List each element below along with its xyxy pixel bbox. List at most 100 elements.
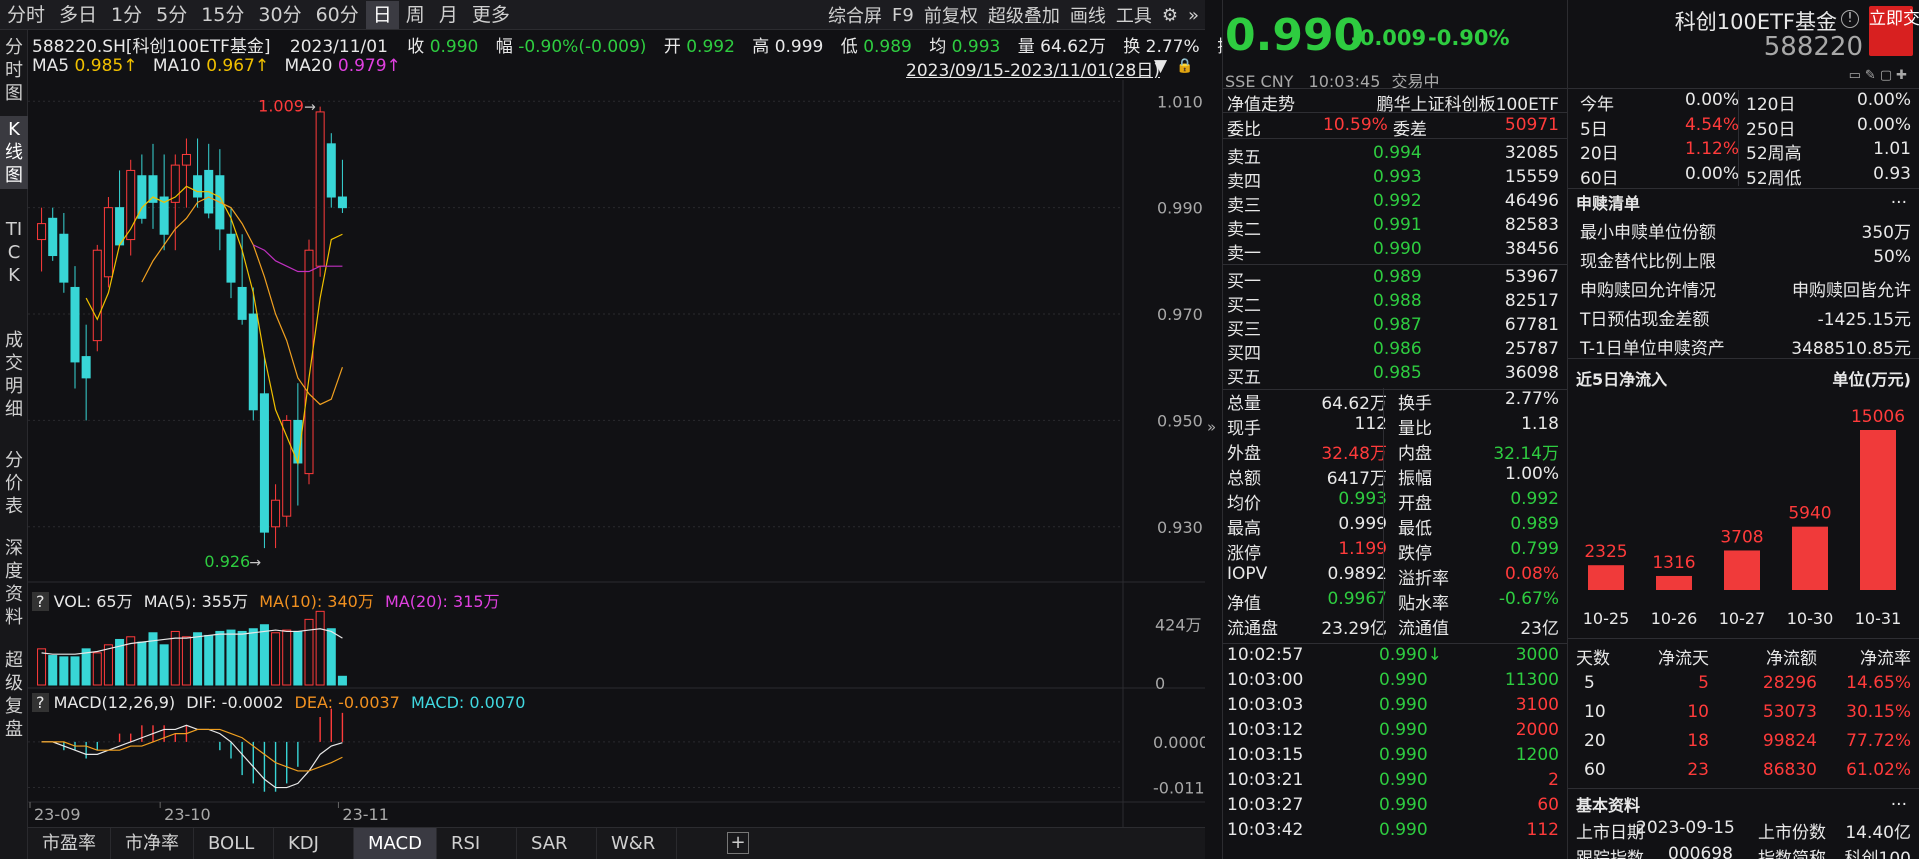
basic-more[interactable]: ... xyxy=(1891,790,1907,810)
tab-replay[interactable]: 超级复盘 xyxy=(0,647,28,743)
tool-zonghe[interactable]: 综合屏 xyxy=(828,2,882,28)
indicator-tab[interactable]: 市净率 xyxy=(111,828,194,859)
gear-icon[interactable]: ⚙ xyxy=(1162,5,1178,26)
tool-fuquan[interactable]: 前复权 xyxy=(924,2,978,28)
stat-label: 均价 xyxy=(1227,494,1261,514)
tick-volume: 2 xyxy=(1548,770,1559,790)
tab-fenshi[interactable]: 分时图 xyxy=(0,34,28,107)
perf-value: 0.93 xyxy=(1873,163,1911,184)
tick-time: 10:03:42 xyxy=(1227,820,1304,840)
indicator-tab[interactable]: W&R xyxy=(597,828,677,859)
flow-bar xyxy=(1656,575,1692,590)
bid-price[interactable]: 0.988 xyxy=(1373,291,1422,311)
indicator-tab[interactable]: RSI xyxy=(437,828,517,859)
stat-value: 0.9967 xyxy=(1327,589,1387,609)
period-tab[interactable]: 分时 xyxy=(0,1,52,29)
bid-label: 买四 xyxy=(1227,344,1261,364)
tab-tick[interactable]: TICK xyxy=(0,216,28,289)
volume-bar xyxy=(181,636,191,686)
date-range[interactable]: 2023/09/15-2023/11/01(28日) xyxy=(906,56,1160,81)
ask-price[interactable]: 0.990 xyxy=(1373,239,1422,259)
security-code: 588220.SH[科创100ETF基金] xyxy=(32,37,271,57)
flow-rate: 14.65% xyxy=(1846,673,1911,693)
indicator-tab[interactable]: BOLL xyxy=(194,828,274,859)
flow-value: 2325 xyxy=(1584,542,1627,562)
period-tab[interactable]: 1分 xyxy=(104,1,149,29)
ask-label: 卖二 xyxy=(1227,220,1261,240)
subscribe-more[interactable]: ... xyxy=(1891,188,1907,208)
tick-price: 0.990 xyxy=(1379,820,1428,840)
flow-value: 15006 xyxy=(1851,407,1905,427)
ask-price[interactable]: 0.991 xyxy=(1373,215,1422,235)
candles: 1.009 →0.926 → xyxy=(37,97,347,571)
help-icon[interactable]: ? xyxy=(32,592,49,611)
period-tab[interactable]: 更多 xyxy=(465,1,517,29)
tool-f9[interactable]: F9 xyxy=(892,5,914,26)
period-tab[interactable]: 日 xyxy=(365,0,399,29)
tab-trade-detail[interactable]: 成交明细 xyxy=(0,327,28,423)
expand-icon[interactable]: » xyxy=(1188,5,1199,26)
bid-price[interactable]: 0.986 xyxy=(1373,339,1422,359)
flow-date: 10-30 xyxy=(1787,609,1834,628)
kline-chart[interactable]: 1.009 →0.926 → 1.0100.9900.9700.9500.93042… xyxy=(28,80,1205,827)
bid-price[interactable]: 0.987 xyxy=(1373,315,1422,335)
help-icon[interactable]: ? xyxy=(32,693,49,712)
dropdown-arrow-icon[interactable]: ▼ xyxy=(1154,56,1167,76)
lock-icon[interactable]: 🔒 xyxy=(1176,58,1193,74)
tick-volume: 2000 xyxy=(1515,720,1559,740)
bid-label: 买五 xyxy=(1227,368,1261,388)
collapse-arrow-icon[interactable]: » xyxy=(1207,418,1216,436)
period-tab[interactable]: 周 xyxy=(399,1,432,29)
period-tab[interactable]: 15分 xyxy=(194,1,251,29)
trade-now-button[interactable]: 立即交易 xyxy=(1869,6,1919,56)
ma-legend: MA5 0.985↑ MA10 0.967↑ MA20 0.979↑ xyxy=(32,56,401,76)
tick-volume: 112 xyxy=(1526,820,1559,840)
indicator-tab[interactable]: SAR xyxy=(517,828,597,859)
volume-bar xyxy=(282,629,292,686)
tab-depth[interactable]: 深度资料 xyxy=(0,535,28,631)
tool-draw[interactable]: 画线 xyxy=(1070,2,1106,28)
panel-icons[interactable]: ▭✎▢✚ xyxy=(1849,68,1911,83)
tool-overlay[interactable]: 超级叠加 xyxy=(988,2,1060,28)
stat-label: 总量 xyxy=(1227,394,1261,414)
volume-bar xyxy=(59,656,69,686)
subscribe-value: -1425.15元 xyxy=(1817,310,1911,330)
period-tab[interactable]: 多日 xyxy=(52,1,104,29)
date-tick: 23-11 xyxy=(342,805,389,824)
period-tab[interactable]: 月 xyxy=(432,1,465,29)
bid-price[interactable]: 0.985 xyxy=(1373,363,1422,383)
stat-value: 2.77% xyxy=(1504,389,1559,409)
perf-label: 250日 xyxy=(1746,119,1796,140)
indicator-tab[interactable]: 市盈率 xyxy=(28,828,111,859)
bid-label: 买二 xyxy=(1227,296,1261,316)
period-tab[interactable]: 60分 xyxy=(309,1,366,29)
tick-volume: 11300 xyxy=(1504,670,1559,690)
perf-value: 4.54% xyxy=(1684,114,1739,135)
ask-price[interactable]: 0.992 xyxy=(1373,191,1422,211)
bid-volume: 67781 xyxy=(1504,315,1559,335)
left-view-tabs: 分时图 K线图 TICK 成交明细 分价表 深度资料 超级复盘 xyxy=(0,30,28,859)
ask-price[interactable]: 0.994 xyxy=(1373,143,1422,163)
tab-kline[interactable]: K线图 xyxy=(0,116,28,189)
bid-price[interactable]: 0.989 xyxy=(1373,267,1422,287)
tool-tools[interactable]: 工具 xyxy=(1116,2,1152,28)
indicator-tab[interactable]: MACD xyxy=(354,828,437,859)
period-tab[interactable]: 30分 xyxy=(251,1,308,29)
flow-date: 10-26 xyxy=(1651,609,1698,628)
subscribe-value: 申购赎回皆允许 xyxy=(1792,281,1911,301)
add-indicator-icon[interactable]: + xyxy=(727,832,749,854)
weibi-label: 委比 xyxy=(1227,120,1261,140)
ask-label: 卖四 xyxy=(1227,172,1261,192)
turn-value: 2.77% xyxy=(1145,37,1200,57)
stat-value: 0.9892 xyxy=(1327,564,1387,584)
indicator-tab[interactable]: KDJ xyxy=(274,828,354,859)
period-tab[interactable]: 5分 xyxy=(149,1,194,29)
open-value: 0.992 xyxy=(686,37,735,57)
ask-price[interactable]: 0.993 xyxy=(1373,167,1422,187)
perf-label: 60日 xyxy=(1580,168,1619,189)
track-label: 跟踪指数 xyxy=(1576,849,1644,859)
info-icon[interactable]: ! xyxy=(1841,10,1859,28)
tab-price-table[interactable]: 分价表 xyxy=(0,447,28,520)
candle-body xyxy=(248,313,258,411)
high-arrow: → xyxy=(304,100,316,116)
